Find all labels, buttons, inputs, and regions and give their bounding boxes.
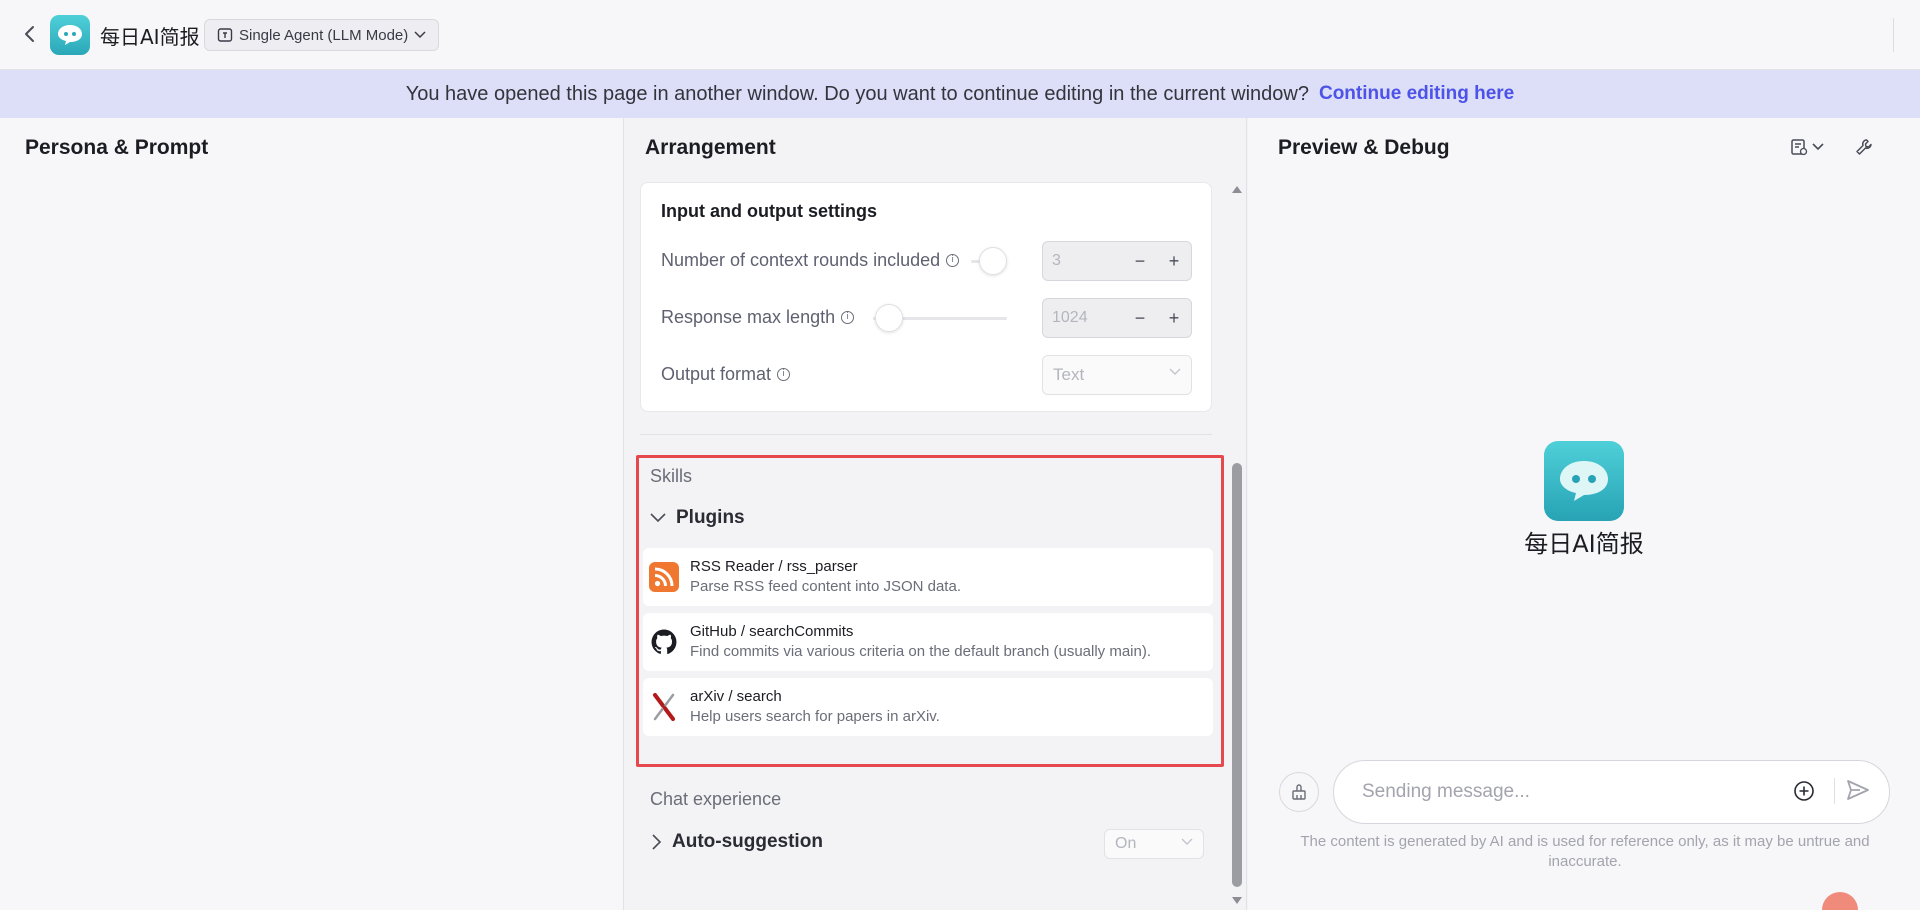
plugin-item-github[interactable]: GitHub / searchCommits Find commits via … xyxy=(643,613,1213,671)
increment-button[interactable]: + xyxy=(1157,308,1191,329)
context-rounds-slider-handle[interactable] xyxy=(979,247,1007,275)
panel-title-preview: Preview & Debug xyxy=(1278,136,1450,159)
divider xyxy=(1834,778,1835,804)
plugin-name: RSS Reader / rss_parser xyxy=(690,558,858,575)
github-icon xyxy=(649,627,679,657)
info-icon[interactable]: i xyxy=(946,254,960,267)
auto-suggestion-select[interactable]: On xyxy=(1104,829,1204,859)
debug-settings-button[interactable] xyxy=(1855,138,1873,156)
chevron-down-icon xyxy=(650,513,666,523)
decrement-button[interactable]: − xyxy=(1123,251,1157,272)
context-rounds-stepper: 3 − + xyxy=(1042,241,1192,281)
panel-title-arrangement: Arrangement xyxy=(645,136,776,159)
add-attachment-icon[interactable] xyxy=(1793,780,1815,802)
divider xyxy=(640,434,1212,435)
rss-icon xyxy=(649,562,679,592)
plugin-item-arxiv[interactable]: arXiv / search Help users search for pap… xyxy=(643,678,1213,736)
plugin-item-rss-reader[interactable]: RSS Reader / rss_parser Parse RSS feed c… xyxy=(643,548,1213,606)
skills-label: Skills xyxy=(650,466,693,486)
response-max-length-label: Response max length i xyxy=(661,307,855,328)
plugin-description: Parse RSS feed content into JSON data. xyxy=(690,578,961,595)
multi-window-banner: You have opened this page in another win… xyxy=(0,70,1920,118)
context-rounds-label-text: Number of context rounds included xyxy=(661,250,941,270)
plugin-description: Find commits via various criteria on the… xyxy=(690,643,1152,660)
response-max-length-label-text: Response max length xyxy=(661,307,836,327)
plugin-name: arXiv / search xyxy=(690,688,782,705)
output-format-value: Text xyxy=(1053,365,1085,384)
broom-icon xyxy=(1292,784,1306,800)
plugins-group-toggle[interactable]: Plugins xyxy=(650,507,745,529)
scroll-up-arrow-icon[interactable] xyxy=(1231,184,1243,194)
chevron-down-icon xyxy=(414,31,426,39)
response-length-input[interactable]: 1024 xyxy=(1043,309,1123,327)
scroll-down-arrow-icon[interactable] xyxy=(1231,896,1243,906)
mode-icon xyxy=(217,28,233,42)
chevron-down-icon xyxy=(1169,368,1181,375)
debug-list-icon xyxy=(1791,139,1808,156)
response-length-stepper: 1024 − + xyxy=(1042,298,1192,338)
bot-avatar xyxy=(1544,441,1624,521)
divider xyxy=(1893,18,1894,52)
banner-message: You have opened this page in another win… xyxy=(405,82,1309,105)
back-button[interactable] xyxy=(18,22,42,46)
message-input-placeholder: Sending message... xyxy=(1362,781,1530,802)
increment-button[interactable]: + xyxy=(1157,251,1191,272)
clear-chat-button[interactable] xyxy=(1279,772,1319,812)
io-settings-card: Input and output settings Number of cont… xyxy=(640,182,1212,412)
response-length-slider-handle[interactable] xyxy=(875,304,903,332)
arxiv-icon xyxy=(649,692,679,722)
decrement-button[interactable]: − xyxy=(1123,308,1157,329)
app-logo xyxy=(50,15,90,55)
scrollbar-thumb[interactable] xyxy=(1232,463,1242,887)
chevron-right-icon xyxy=(652,834,662,850)
panel-title-persona: Persona & Prompt xyxy=(25,136,209,159)
bot-name: 每日AI简报 xyxy=(1524,530,1644,558)
ai-disclaimer: The content is generated by AI and is us… xyxy=(1300,833,1870,870)
output-format-label: Output format i xyxy=(661,364,791,385)
wrench-icon xyxy=(1856,139,1872,155)
plugin-name: GitHub / searchCommits xyxy=(690,623,854,640)
agent-mode-selector[interactable]: Single Agent (LLM Mode) xyxy=(204,19,440,51)
info-icon[interactable]: i xyxy=(841,311,855,324)
plugin-description: Help users search for papers in arXiv. xyxy=(690,708,940,725)
context-rounds-label: Number of context rounds included i xyxy=(661,250,960,271)
output-format-label-text: Output format xyxy=(661,364,772,384)
auto-suggestion-toggle[interactable]: Auto-suggestion xyxy=(652,831,823,853)
output-format-select[interactable]: Text xyxy=(1042,355,1192,395)
context-rounds-input[interactable]: 3 xyxy=(1043,252,1123,270)
debug-options-button[interactable] xyxy=(1790,138,1824,156)
plugins-label: Plugins xyxy=(676,507,745,528)
auto-suggestion-value: On xyxy=(1115,835,1137,852)
chat-bubble-icon xyxy=(1560,461,1608,501)
continue-editing-link[interactable]: Continue editing here xyxy=(1319,83,1514,105)
chevron-left-icon xyxy=(25,26,34,42)
persona-prompt-panel: Persona & Prompt xyxy=(0,118,624,910)
io-settings-title: Input and output settings xyxy=(661,201,877,221)
top-bar: 每日AI简报 Single Agent (LLM Mode) xyxy=(0,0,1920,70)
chat-bubble-icon xyxy=(58,25,82,45)
chat-experience-label: Chat experience xyxy=(650,789,782,809)
auto-suggestion-label: Auto-suggestion xyxy=(672,831,823,852)
chevron-down-icon xyxy=(1812,143,1824,151)
mode-label: Single Agent (LLM Mode) xyxy=(239,26,409,44)
app-title: 每日AI简报 xyxy=(100,25,200,49)
send-icon[interactable] xyxy=(1846,779,1870,801)
info-icon[interactable]: i xyxy=(777,368,791,381)
chevron-down-icon xyxy=(1181,838,1193,845)
